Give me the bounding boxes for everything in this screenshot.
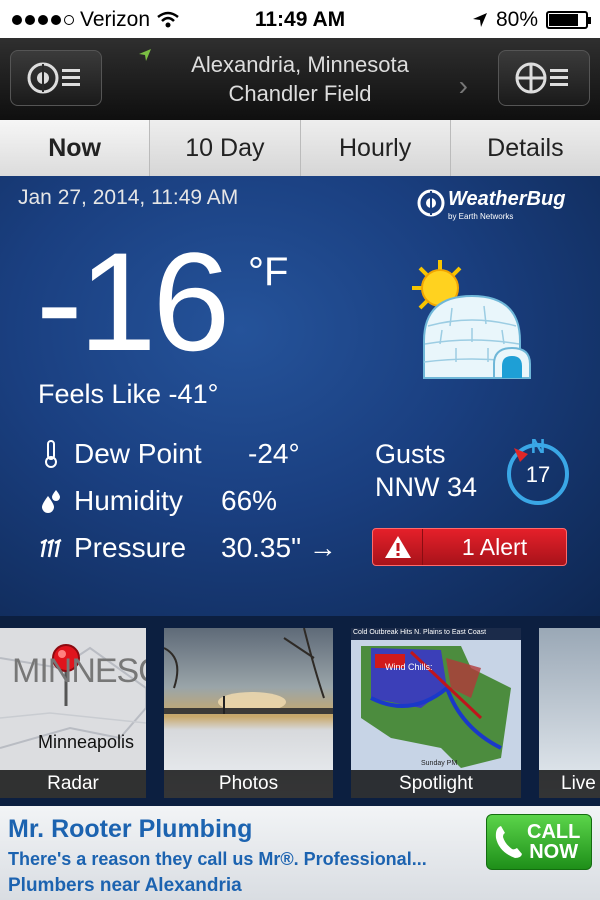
- tab-bar: Now 10 Day Hourly Details: [0, 120, 600, 176]
- photos-thumbnail[interactable]: Photos: [164, 628, 333, 798]
- humidity-row: Humidity 66%: [38, 485, 277, 517]
- pressure-value: 30.35" →: [221, 532, 337, 563]
- battery-icon: [546, 11, 591, 29]
- location-arrow-icon: [472, 13, 487, 27]
- radar-label: Radar: [0, 770, 146, 798]
- feels-like: Feels Like -41°: [38, 379, 219, 409]
- radar-thumbnail[interactable]: MINNESO Minneapolis Radar: [0, 628, 146, 798]
- call-line-1: CALL: [527, 821, 581, 843]
- pressure-label: Pressure: [74, 532, 187, 563]
- menu-button[interactable]: [10, 50, 102, 106]
- current-conditions-panel: Jan 27, 2014, 11:49 AM WeatherBug by Ear…: [0, 176, 600, 616]
- current-temperature: -16: [36, 223, 230, 380]
- warning-icon: [373, 529, 423, 565]
- temperature-unit: °F: [248, 250, 289, 294]
- alert-button[interactable]: 1 Alert: [372, 528, 567, 566]
- humidity-value: 66%: [221, 485, 278, 516]
- spotlight-title: Cold Outbreak Hits N. Plains to East Coa…: [353, 629, 487, 636]
- station-name: Chandler Field: [228, 81, 372, 106]
- app-header: Alexandria, Minnesota Chandler Field ›: [0, 38, 600, 120]
- ad-title: Mr. Rooter Plumbing: [8, 815, 253, 843]
- phone-icon: [495, 826, 522, 858]
- live-thumbnail[interactable]: Live: [539, 628, 600, 798]
- pressure-icon: [38, 537, 64, 559]
- alert-label: 1 Alert: [461, 533, 528, 560]
- crosshair-list-icon: [515, 62, 568, 94]
- status-bar: Verizon 11:49 AM 80%: [0, 0, 600, 38]
- dew-point-value: -24°: [248, 438, 300, 469]
- observation-date: Jan 27, 2014, 11:49 AM: [18, 186, 239, 209]
- weatherbug-menu-icon: [27, 62, 80, 94]
- ad-subtitle: There's a reason they call us Mr®. Profe…: [8, 849, 427, 869]
- logo-name: WeatherBug: [448, 188, 566, 210]
- thermometer-icon: [38, 440, 64, 468]
- radar-city-label: Minneapolis: [38, 732, 135, 752]
- wind-compass: 17 N: [500, 434, 572, 506]
- gusts-label: Gusts: [375, 439, 446, 469]
- gusts-value: NNW 34: [375, 472, 478, 502]
- chevron-right-icon[interactable]: ›: [459, 70, 468, 102]
- ad-footer: Plumbers near Alexandria: [8, 875, 242, 896]
- tab-10-day[interactable]: 10 Day: [150, 120, 301, 176]
- ad-banner[interactable]: Mr. Rooter Plumbing There's a reason the…: [0, 806, 600, 900]
- pressure-row: Pressure 30.35" →: [38, 532, 337, 564]
- spotlight-wind-chills: Wind Chills:: [385, 662, 433, 672]
- location-title[interactable]: Alexandria, Minnesota Chandler Field: [150, 50, 450, 108]
- spotlight-thumbnail[interactable]: Cold Outbreak Hits N. Plains to East Coa…: [351, 628, 521, 798]
- media-carousel: MINNESO Minneapolis Radar Photos Cold Ou…: [0, 616, 600, 806]
- dew-point-label: Dew Point: [74, 438, 202, 469]
- radar-map-text: MINNESO: [12, 652, 146, 690]
- compass-speed: 17: [526, 462, 550, 487]
- live-label: Live: [539, 770, 600, 798]
- droplets-icon: [38, 488, 64, 514]
- call-line-2: NOW: [529, 841, 579, 863]
- locations-button[interactable]: [498, 50, 590, 106]
- wind-gusts: Gusts NNW 34: [375, 438, 477, 504]
- city-name: Alexandria, Minnesota: [191, 52, 409, 77]
- tab-hourly[interactable]: Hourly: [301, 120, 451, 176]
- tab-details[interactable]: Details: [451, 120, 600, 176]
- dew-point-row: Dew Point -24°: [38, 438, 300, 470]
- battery-percent: 80%: [495, 8, 538, 31]
- compass-direction: N: [531, 436, 545, 458]
- sunny-igloo-icon: [412, 260, 531, 379]
- photos-label: Photos: [164, 770, 333, 798]
- spotlight-label: Spotlight: [351, 770, 521, 798]
- tab-now[interactable]: Now: [0, 120, 151, 176]
- bug-logo-icon: [417, 189, 445, 217]
- call-now-button[interactable]: CALL NOW: [486, 814, 592, 870]
- humidity-label: Humidity: [74, 485, 183, 516]
- weatherbug-logo: WeatherBug by Earth Networks: [416, 186, 566, 226]
- logo-sub: by Earth Networks: [448, 212, 514, 221]
- status-right: 80%: [472, 8, 591, 32]
- spotlight-footer: Sunday PM: [421, 760, 458, 767]
